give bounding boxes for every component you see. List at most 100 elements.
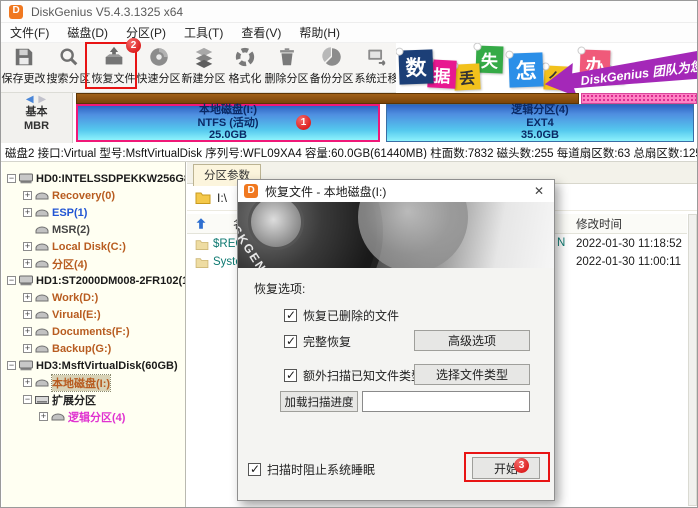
toolbar-button-label: 恢复文件 xyxy=(92,70,136,86)
select-file-types-button[interactable]: 选择文件类型 xyxy=(414,364,530,385)
tree-item-virual-e-[interactable]: +Virual(E:) xyxy=(2,306,185,323)
expand-icon[interactable]: + xyxy=(23,310,32,319)
collapse-icon[interactable]: − xyxy=(7,361,16,370)
tree-item-recovery-0-[interactable]: +Recovery(0) xyxy=(2,187,185,204)
toolbar-button-label: 保存更改 xyxy=(2,70,46,86)
collapse-icon[interactable]: − xyxy=(23,395,32,404)
tree-item--4-[interactable]: +分区(4) xyxy=(2,255,185,272)
tree-item-label: 扩展分区 xyxy=(52,392,96,408)
checkbox-checked-icon xyxy=(248,463,261,476)
menu-item-3[interactable]: 工具(T) xyxy=(175,22,232,43)
tree-item-label: MSR(2) xyxy=(52,224,90,236)
toolbar-button-8[interactable]: 系统迁移 xyxy=(354,43,399,86)
checkbox-full-recover[interactable]: 完整恢复 xyxy=(284,333,351,350)
part-icon xyxy=(35,208,49,217)
part-icon xyxy=(35,191,49,200)
promo-tile-0: 数 xyxy=(398,49,433,84)
new-partition-icon xyxy=(192,45,216,69)
tree-item--i-[interactable]: +本地磁盘(I:) xyxy=(2,374,185,391)
toolbar-button-3[interactable]: 快速分区 xyxy=(136,43,181,86)
partition-name: 逻辑分区(4) xyxy=(511,104,568,117)
expand-icon[interactable]: + xyxy=(23,378,32,387)
promo-tile-3: 失 xyxy=(476,46,504,74)
expand-icon[interactable]: + xyxy=(23,344,32,353)
tree-item-label: Work(D:) xyxy=(52,292,98,304)
nav-chevron-icons[interactable]: ◀ ▶ xyxy=(1,94,72,105)
tree-item-hd1-st2000dm008-2fr102-18[interactable]: −HD1:ST2000DM008-2FR102(18 xyxy=(2,272,185,289)
menu-item-5[interactable]: 帮助(H) xyxy=(290,22,349,43)
expand-icon[interactable]: + xyxy=(23,191,32,200)
toolbar-button-label: 系统迁移 xyxy=(355,70,399,86)
toolbar-button-4[interactable]: 新建分区 xyxy=(181,43,226,86)
file-modified-time: 2022-01-30 11:18:52 xyxy=(576,238,682,250)
scan-progress-input[interactable] xyxy=(362,391,530,412)
toolbar-button-0[interactable]: 保存更改 xyxy=(1,43,46,86)
expand-icon[interactable]: + xyxy=(23,293,32,302)
collapse-icon[interactable]: − xyxy=(7,276,16,285)
tree-item--4-[interactable]: +逻辑分区(4) xyxy=(2,408,185,425)
dialog-title-bar: 恢复文件 - 本地磁盘(I:) ✕ xyxy=(238,180,554,202)
app-logo-icon xyxy=(9,5,23,19)
up-level-icon[interactable] xyxy=(195,217,207,230)
disk-icon xyxy=(19,275,33,286)
start-button[interactable]: 开始 xyxy=(472,457,540,479)
tree-item-work-d-[interactable]: + Work(D:) xyxy=(2,289,185,306)
dialog-close-icon[interactable]: ✕ xyxy=(524,180,554,202)
menu-item-1[interactable]: 磁盘(D) xyxy=(58,22,117,43)
toolbar-button-label: 快速分区 xyxy=(137,70,181,86)
tree-item-esp-1-[interactable]: +ESP(1) xyxy=(2,204,185,221)
backup-partition-icon xyxy=(320,45,344,69)
checkbox-prevent-sleep[interactable]: 扫描时阻止系统睡眠 xyxy=(248,461,375,478)
expand-icon[interactable]: + xyxy=(23,242,32,251)
window-title: DiskGenius V5.4.3.1325 x64 xyxy=(31,5,183,19)
expand-icon[interactable]: + xyxy=(23,259,32,268)
promo-tile-2: 丢 xyxy=(453,63,480,90)
partition-block-local-disk-i[interactable]: 本地磁盘(I:) NTFS (活动) 25.0GB xyxy=(76,104,380,142)
disk-cylinder-bar-extended xyxy=(581,93,697,104)
toolbar-button-6[interactable]: 删除分区 xyxy=(264,43,309,86)
expand-icon[interactable]: + xyxy=(23,208,32,217)
toolbar-button-label: 搜索分区 xyxy=(47,70,91,86)
folder-icon xyxy=(195,191,211,204)
advanced-options-button[interactable]: 高级选项 xyxy=(414,330,530,351)
tree-item--[interactable]: − 扩展分区 xyxy=(2,391,185,408)
checkbox-extra-scan[interactable]: 额外扫描已知文件类型 xyxy=(284,367,423,384)
vertical-scrollbar[interactable] xyxy=(688,214,697,506)
partition-name: 本地磁盘(I:) xyxy=(199,104,257,117)
menu-item-2[interactable]: 分区(P) xyxy=(117,22,175,43)
partition-block-logical-4[interactable]: 逻辑分区(4) EXT4 35.0GB xyxy=(386,104,694,142)
expand-icon[interactable]: + xyxy=(23,327,32,336)
tree-item-hd0-intelssdpekkw256g8-2[interactable]: −HD0:INTELSSDPEKKW256G8(2 xyxy=(2,170,185,187)
partition-fs: NTFS (活动) xyxy=(197,117,258,130)
dialog-logo-icon xyxy=(244,184,258,198)
toolbar-button-7[interactable]: 备份分区 xyxy=(309,43,354,86)
part-icon xyxy=(35,344,49,353)
toolbar-button-5[interactable]: 格式化 xyxy=(226,43,264,86)
tree-item-hd3-msftvirtualdisk-60gb-[interactable]: − HD3:MsftVirtualDisk(60GB) xyxy=(2,357,185,374)
annotation-badge-2: 2 xyxy=(126,38,141,53)
file-name-fragment: N xyxy=(557,237,565,249)
column-modified-time[interactable]: 修改时间 xyxy=(576,216,622,232)
partition-size: 25.0GB xyxy=(209,129,247,142)
toolbar-button-1[interactable]: 搜索分区 xyxy=(46,43,91,86)
part-icon xyxy=(35,242,49,251)
disk-icon xyxy=(19,360,33,371)
checkbox-checked-icon xyxy=(284,369,297,382)
partition-scheme: MBR xyxy=(1,119,72,133)
tree-item-local-disk-c-[interactable]: +Local Disk(C:) xyxy=(2,238,185,255)
recover-files-dialog: 恢复文件 - 本地磁盘(I:) ✕ DISKGENIUS 恢复选项: 恢复已删除… xyxy=(237,179,555,501)
tree-item-documents-f-[interactable]: +Documents(F:) xyxy=(2,323,185,340)
checkbox-recover-deleted[interactable]: 恢复已删除的文件 xyxy=(284,307,399,324)
partition-table-type: 基本 xyxy=(1,105,72,119)
load-scan-progress-button[interactable]: 加载扫描进度 xyxy=(280,391,358,412)
system-migrate-icon xyxy=(365,45,389,69)
search-partition-icon xyxy=(57,45,81,69)
menu-item-4[interactable]: 查看(V) xyxy=(232,22,290,43)
promo-tile-4: 怎 xyxy=(508,52,543,87)
menu-item-0[interactable]: 文件(F) xyxy=(1,22,58,43)
tree-item-backup-g-[interactable]: +Backup(G:) xyxy=(2,340,185,357)
collapse-icon[interactable]: − xyxy=(7,174,16,183)
expand-icon[interactable]: + xyxy=(39,412,48,421)
tree-item-label: HD3:MsftVirtualDisk(60GB) xyxy=(36,360,178,372)
tree-item-msr-2-[interactable]: MSR(2) xyxy=(2,221,185,238)
